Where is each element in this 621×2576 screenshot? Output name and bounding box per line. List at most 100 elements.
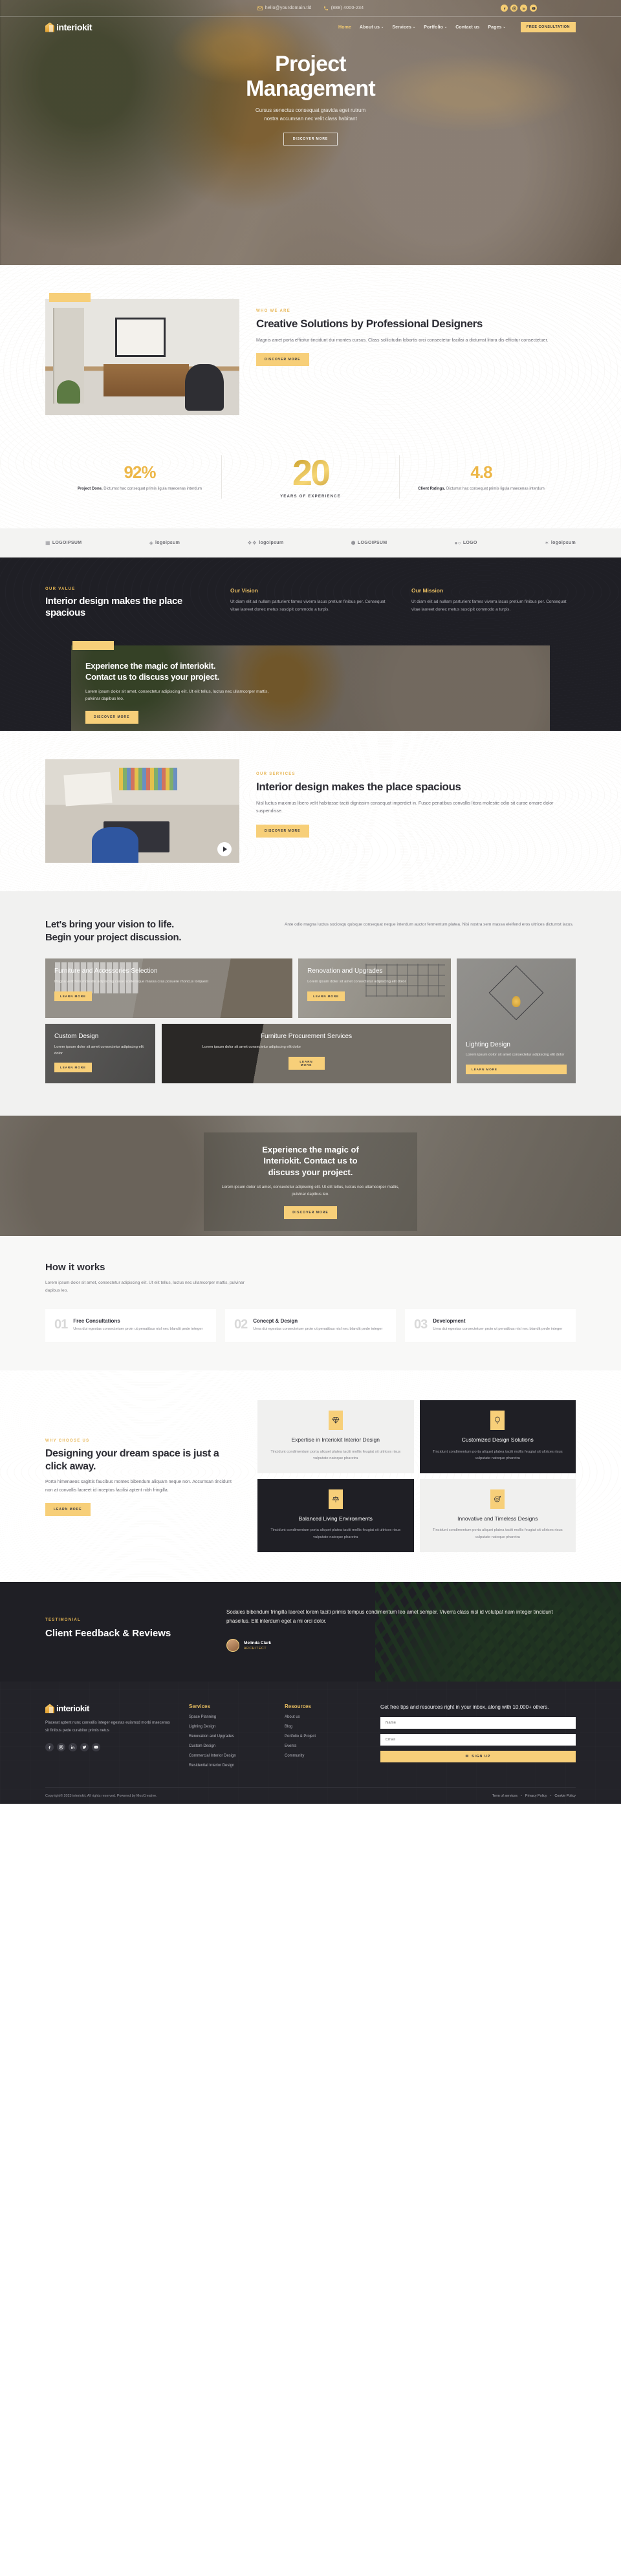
footer-link-lighting-design[interactable]: Lighting Design xyxy=(189,1725,270,1729)
testimonial-author: Melinda Clark ARCHITECT xyxy=(226,1639,576,1652)
nav-item-about-us[interactable]: About us ⌄ xyxy=(360,25,384,30)
footer-link-about-us[interactable]: About us xyxy=(285,1715,366,1719)
learn-more-button[interactable]: LEARN MORE xyxy=(466,1065,567,1075)
step-development: 03 Development Urna dui egestas consecte… xyxy=(405,1309,576,1343)
stat-value: 4.8 xyxy=(470,462,492,482)
facebook-icon[interactable] xyxy=(45,1742,54,1751)
card-text: Lorem ipsum dolor sit amet consectetur a… xyxy=(202,1044,301,1049)
cta-heading-line1: Experience the magic of interiokit. xyxy=(85,660,216,671)
service-card-custom-design[interactable]: Custom Design Lorem ipsum dolor sit amet… xyxy=(45,1024,155,1083)
youtube-icon[interactable] xyxy=(530,5,537,12)
why-learn-more-button[interactable]: LEARN MORE xyxy=(45,1503,91,1517)
facebook-icon[interactable] xyxy=(501,5,508,12)
footer-link-cookie-policy[interactable]: Cookie Policy xyxy=(554,1794,576,1798)
nav-item-contact-us[interactable]: Contact us xyxy=(455,25,479,30)
learn-more-button[interactable]: LEARN MORE xyxy=(54,991,92,1001)
twitter-icon[interactable] xyxy=(80,1742,89,1751)
step-number: 03 xyxy=(414,1317,428,1332)
feature-title: Innovative and Timeless Designs xyxy=(457,1515,538,1522)
learn-more-button[interactable]: LEARN MORE xyxy=(307,991,345,1001)
page-root: hello@yourdomain.tld (888) 4000-234 inte… xyxy=(0,0,621,1804)
footer-logo[interactable]: interiokit xyxy=(45,1704,175,1714)
logo-glyph: ⬢ xyxy=(351,540,356,547)
nav-item-services[interactable]: Services ⌄ xyxy=(392,25,415,30)
footer-link-privacy-policy[interactable]: Privacy Policy xyxy=(525,1794,547,1798)
why-paragraph: Porta himenaeos sagittis faucibus montes… xyxy=(45,1480,232,1493)
newsletter-email-input[interactable] xyxy=(380,1734,576,1746)
linkedin-icon[interactable] xyxy=(520,5,527,12)
cabinet-shape xyxy=(104,363,189,397)
footer-link-community[interactable]: Community xyxy=(285,1754,366,1758)
logo[interactable]: interiokit xyxy=(45,22,93,32)
calendar-icon: ✉ xyxy=(465,1755,470,1759)
linkedin-icon[interactable] xyxy=(69,1742,77,1751)
who-discover-more-button[interactable]: DISCOVER MORE xyxy=(256,353,309,367)
nav-item-portfolio[interactable]: Portfolio ⌄ xyxy=(424,25,447,30)
learn-more-button[interactable]: LEARN MORE xyxy=(288,1056,325,1070)
nav-item-home[interactable]: Home xyxy=(338,25,351,30)
nav-item-pages[interactable]: Pages ⌄ xyxy=(488,25,505,30)
service-card-renovation-upgrades[interactable]: Renovation and Upgrades Lorem ipsum dolo… xyxy=(298,958,451,1018)
footer-link-renovation-upgrades[interactable]: Renovation and Upgrades xyxy=(189,1735,270,1738)
color-swatch-shape xyxy=(119,767,177,790)
how-it-works-heading: How it works xyxy=(45,1262,105,1273)
services-intro-content: OUR SERVICES Interior design makes the p… xyxy=(0,731,621,891)
cta2-discover-more-button[interactable]: DISCOVER MORE xyxy=(284,1206,337,1219)
service-card-lighting-design[interactable]: Lighting Design Lorem ipsum dolor sit am… xyxy=(457,958,576,1083)
instagram-icon[interactable] xyxy=(510,5,518,12)
footer-link-portfolio-project[interactable]: Portfolio & Project xyxy=(285,1735,366,1738)
feature-text: Tincidunt condimentum porta aliquet plat… xyxy=(270,1449,401,1460)
learn-more-button[interactable]: LEARN MORE xyxy=(54,1063,92,1073)
footer-link-commercial-interior-design[interactable]: Commercial Interior Design xyxy=(189,1754,270,1758)
youtube-icon[interactable] xyxy=(92,1742,100,1751)
footer-link-custom-design[interactable]: Custom Design xyxy=(189,1744,270,1748)
play-button-icon[interactable] xyxy=(217,841,232,856)
email-contact[interactable]: hello@yourdomain.tld xyxy=(257,6,312,11)
service-card-furniture-accessories[interactable]: Furniture and Accessories Selection Magn… xyxy=(45,958,292,1018)
card-text: Lorem ipsum dolor sit amet consectetur a… xyxy=(466,1053,565,1057)
stat-years-experience: 20 YEARS OF EXPERIENCE xyxy=(221,454,400,499)
author-name: Melinda Clark xyxy=(244,1640,272,1645)
footer-link-blog[interactable]: Blog xyxy=(285,1725,366,1729)
phone-icon xyxy=(323,6,329,11)
logo-name: LOGOIPSUM xyxy=(357,541,387,546)
main-navigation: interiokit Home About us ⌄ Services ⌄ Po… xyxy=(0,17,621,38)
nav-label: Services xyxy=(392,25,411,30)
cta-band-one: Experience the magic of interiokit. Cont… xyxy=(0,640,621,731)
instagram-icon[interactable] xyxy=(57,1742,65,1751)
logo-name: logoipsum xyxy=(259,541,284,546)
logo-name: LOGO xyxy=(463,541,477,546)
client-logos-strip: ▦ LOGOIPSUM ◈ logoipsum ❖❖ logoipsum ⬢ LOGOI… xyxy=(0,528,621,558)
newsletter-name-input[interactable] xyxy=(380,1717,576,1729)
footer-bottom-bar: Copyright© 2023 interiokit, All rights r… xyxy=(45,1787,576,1804)
feature-card-customized[interactable]: Customized Design Solutions Tincidunt co… xyxy=(419,1400,576,1473)
hero-discover-more-button[interactable]: DISCOVER MORE xyxy=(283,132,338,146)
plant-shape xyxy=(57,380,80,404)
client-logo: ●○ LOGO xyxy=(455,540,477,546)
logo-name: logoipsum xyxy=(155,541,180,546)
testimonial-section: TESTIMONIAL Client Feedback & Reviews So… xyxy=(0,1581,621,1682)
house-logo-icon xyxy=(45,1704,54,1714)
services-video-thumbnail[interactable] xyxy=(45,759,239,863)
why-heading: Designing your dream space is just a cli… xyxy=(45,1448,219,1472)
services-discover-more-button[interactable]: DISCOVER MORE xyxy=(256,824,309,838)
chair-shape xyxy=(185,363,224,411)
value-column-vision: Our Vision Ut diam elit ad nullam partur… xyxy=(230,587,395,620)
footer-link-residential-interior-design[interactable]: Residential Interior Design xyxy=(189,1764,270,1768)
phone-contact[interactable]: (888) 4000-234 xyxy=(323,6,364,11)
services-eyebrow: OUR SERVICES xyxy=(256,772,296,776)
footer-logo-text: interiokit xyxy=(56,1704,89,1714)
footer-link-term-of-services[interactable]: Term of services xyxy=(492,1794,518,1798)
step-free-consultations: 01 Free Consultations Urna dui egestas c… xyxy=(45,1309,216,1343)
footer-link-events[interactable]: Events xyxy=(285,1744,366,1748)
newsletter-signup-button[interactable]: ✉ SIGN UP xyxy=(380,1751,576,1763)
free-consultation-button[interactable]: FREE CONSULTATION xyxy=(520,22,576,32)
cta2-heading-line3: discuss your project. xyxy=(268,1167,353,1177)
feature-card-innovative[interactable]: Innovative and Timeless Designs Tincidun… xyxy=(419,1478,576,1552)
feature-card-balanced[interactable]: Balanced Living Environments Tincidunt c… xyxy=(257,1478,414,1552)
cta-band-discover-more-button[interactable]: DISCOVER MORE xyxy=(85,711,138,724)
footer-link-space-planning[interactable]: Space Planning xyxy=(189,1715,270,1719)
feature-card-expertise[interactable]: Expertise in Interiokit Interior Design … xyxy=(257,1400,414,1473)
testimonial-content: Sodales bibendum fringilla laoreet lorem… xyxy=(226,1608,576,1652)
service-card-furniture-procurement[interactable]: Furniture Procurement Services Lorem ips… xyxy=(162,1024,451,1083)
